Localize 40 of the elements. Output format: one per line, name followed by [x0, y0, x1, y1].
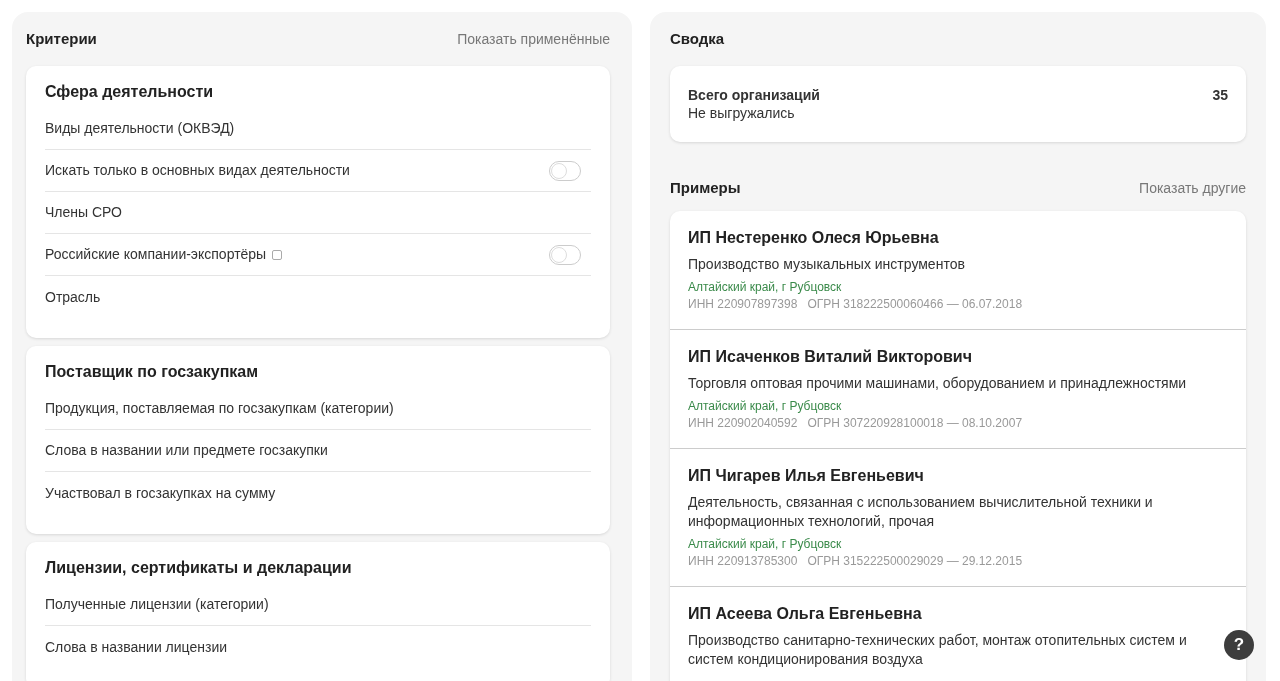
- criterion-link[interactable]: Участвовал в госзакупках на сумму: [45, 482, 276, 504]
- summary-note: Не выгружались: [688, 104, 796, 122]
- organization-count: 35: [1212, 86, 1228, 105]
- company-name-link[interactable]: ИП Нестеренко Олеся Юрьевна: [688, 227, 1228, 249]
- company-activity: Торговля оптовая прочими машинами, оборудованием и принадлежностями: [688, 374, 1188, 393]
- inn-number: ИНН 220902040592: [688, 415, 798, 432]
- criterion-link[interactable]: Слова в названии или предмете госзакупки: [45, 440, 328, 461]
- ogrn-number: ОГРН 318222500060466 — 06.07.2018: [807, 296, 1023, 313]
- card-title: Поставщик по госзакупкам: [45, 362, 260, 382]
- criterion-link[interactable]: Полученные лицензии (категории): [45, 594, 269, 615]
- criterion-link[interactable]: Российские компании-экспортёры: [45, 244, 267, 265]
- company-activity: Производство музыкальных инструментов: [688, 255, 966, 274]
- inn-number: ИНН 220913785300: [688, 553, 798, 570]
- ogrn-number: ОГРН 307220928100018 — 08.10.2007: [807, 415, 1023, 432]
- company-location: Алтайский край, г Рубцовск: [688, 536, 843, 553]
- company-activity: Производство санитарно-технических работ, монтаж отопительных систем и систем кондиционирования воздуха: [688, 631, 1188, 669]
- summary-label: Всего организаций: [688, 86, 820, 104]
- toggle-switch[interactable]: [549, 244, 581, 265]
- criterion-link[interactable]: Продукция, поставляемая по госзакупкам (категории): [45, 398, 394, 419]
- card-title: Сфера деятельности: [45, 82, 215, 102]
- section-title: Примеры: [670, 177, 741, 198]
- criterion-link[interactable]: Слова в названии лицензии: [45, 636, 228, 658]
- show-others-link[interactable]: Показать другие: [1139, 177, 1246, 199]
- ogrn-number: ОГРН 315222500029029 — 29.12.2015: [807, 553, 1023, 570]
- company-name-link[interactable]: ИП Асеева Ольга Евгеньевна: [688, 603, 1228, 625]
- section-title: Критерии: [26, 28, 97, 49]
- toggle-switch[interactable]: [549, 160, 581, 181]
- inn-number: ИНН 220907897398: [688, 296, 798, 313]
- show-applied-link[interactable]: Показать применённые: [457, 28, 610, 50]
- company-location: Алтайский край, г Рубцовск: [688, 398, 843, 415]
- section-title: Сводка: [670, 28, 725, 49]
- criterion-link[interactable]: Отрасль: [45, 286, 101, 308]
- criterion-link[interactable]: Искать только в основных видах деятельности: [45, 160, 350, 181]
- criterion-link[interactable]: Виды деятельности (ОКВЭД): [45, 118, 235, 139]
- company-location: Алтайский край, г Рубцовск: [688, 279, 843, 296]
- criterion-link[interactable]: Члены СРО: [45, 202, 122, 223]
- company-name-link[interactable]: ИП Чигарев Илья Евгеньевич: [688, 465, 1228, 487]
- company-activity: Деятельность, связанная с использованием вычислительной техники и информационных технологий, прочая: [688, 493, 1154, 531]
- card-title: Лицензии, сертификаты и декларации: [45, 558, 353, 578]
- company-name-link[interactable]: ИП Исаченков Виталий Викторович: [688, 346, 1228, 368]
